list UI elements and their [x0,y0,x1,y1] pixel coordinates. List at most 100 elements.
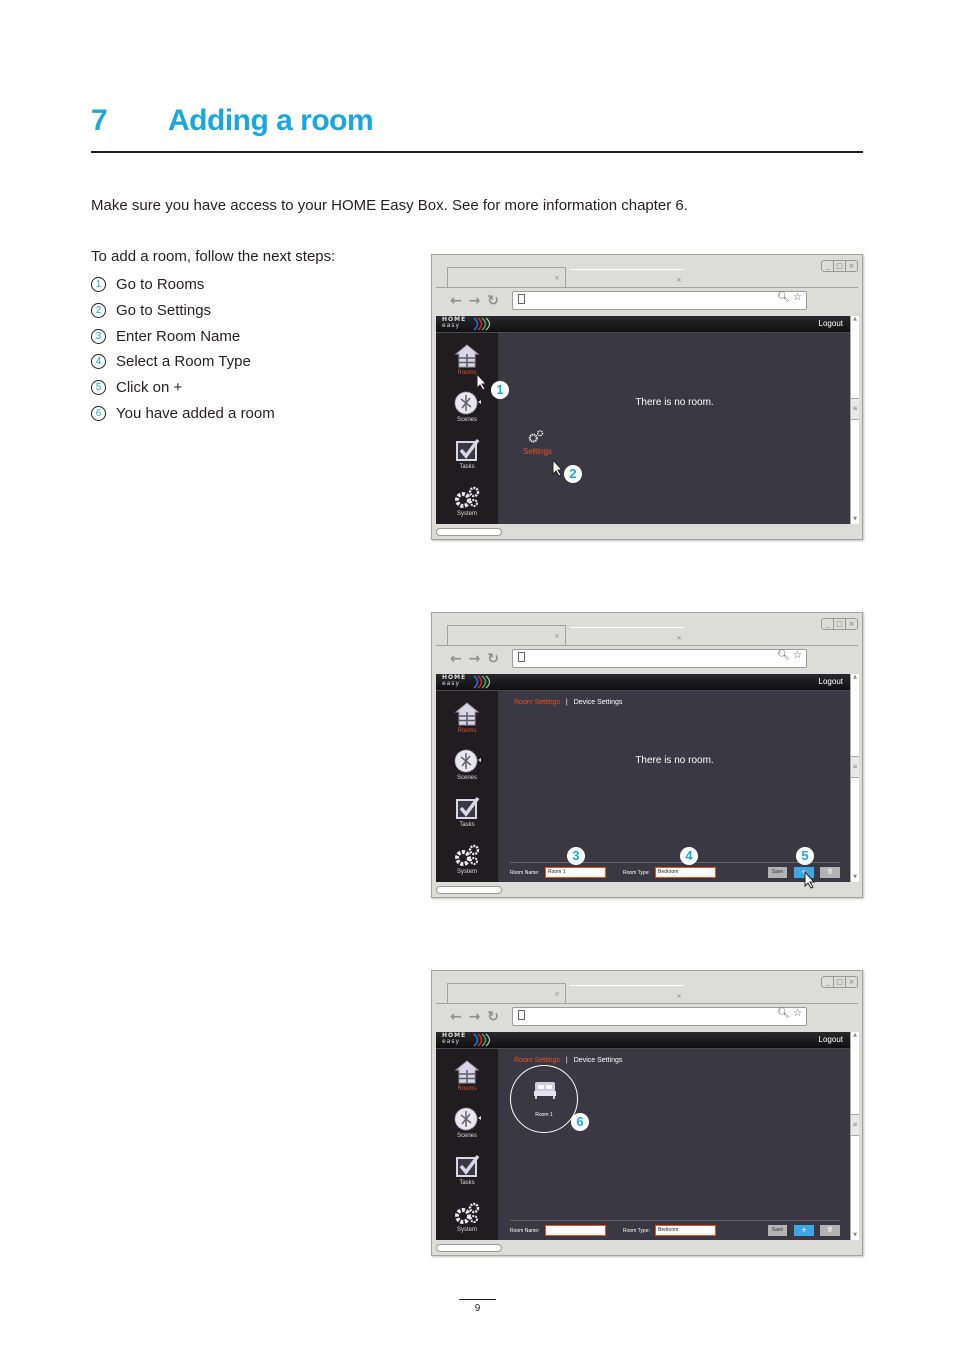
scroll-up-icon[interactable]: ▲ [851,1032,859,1040]
search-star-icons[interactable]: 🔍︎ ☆ [777,1008,802,1019]
room-name-input[interactable] [545,1225,606,1236]
step-label: Click on + [116,379,183,397]
scroll-up-icon[interactable]: ▲ [851,674,859,682]
browser-tab-active[interactable]: × [447,983,566,1004]
sidebar-item-scenes[interactable]: Scenes [436,748,498,781]
scroll-thumb[interactable]: ≡ [851,756,859,778]
scroll-down-icon[interactable]: ▼ [851,874,859,882]
room-type-select[interactable]: Bedroom [655,867,716,878]
search-star-icons[interactable]: 🔍︎ ☆ [777,650,802,661]
nav-buttons[interactable]: ← → ↻ [450,293,500,309]
search-star-icons[interactable]: 🔍︎ ☆ [777,292,802,303]
address-bar[interactable]: 🔍︎ ☆ [512,649,807,668]
scroll-thumb[interactable]: ≡ [851,398,859,420]
minimize-button[interactable]: _ [822,977,834,987]
tab-close-icon[interactable]: × [554,274,560,282]
sidebar-item-tasks[interactable]: Tasks [436,437,498,470]
room-tile-label: Room 1 [535,1112,553,1118]
settings-subnav: Room Settings | Device Settings [514,699,622,706]
delete-button[interactable]: 🗑 [820,867,840,878]
tab-room-settings[interactable]: Room Settings [514,699,560,706]
room-type-value: Bedroom [658,1227,679,1233]
form-divider [510,1220,840,1221]
scroll-down-icon[interactable]: ▼ [851,1232,859,1240]
close-window-button[interactable]: × [846,261,857,271]
form-divider [510,862,840,863]
horizontal-scrollbar[interactable] [436,1244,502,1252]
delete-button[interactable]: 🗑 [820,1225,840,1236]
tab-close-icon[interactable]: × [676,992,682,1000]
step-item: 4 Select a Room Type [91,349,275,375]
sidebar-item-scenes[interactable]: Scenes [436,390,498,423]
sidebar-item-system[interactable]: System [436,484,498,517]
save-button[interactable]: Save [768,1225,787,1236]
app-header: HOME easy Logout [436,674,851,691]
maximize-button[interactable]: □ [834,619,846,629]
minimize-button[interactable]: _ [822,261,834,271]
step-badge: 5 [796,847,814,865]
sidebar-item-tasks[interactable]: Tasks [436,795,498,828]
horizontal-scrollbar[interactable] [436,886,502,894]
sidebar-label: System [456,869,477,875]
sidebar-item-rooms[interactable]: Rooms [436,343,498,376]
step-number: 3 [91,328,106,344]
sidebar-item-system[interactable]: System [436,842,498,875]
close-window-button[interactable]: × [846,619,857,629]
sidebar-item-system[interactable]: System [436,1200,498,1233]
horizontal-scrollbar[interactable] [436,528,502,536]
browser-tab-active[interactable]: × [447,267,566,288]
address-bar[interactable]: 🔍︎ ☆ [512,1007,807,1026]
room-name-label: Room Name: [510,870,540,876]
tab-divider [436,1003,858,1004]
browser-tab[interactable]: × [570,627,684,646]
sidebar-item-rooms[interactable]: Rooms [436,701,498,734]
room-type-select[interactable]: Bedroom [655,1225,716,1236]
nav-buttons[interactable]: ← → ↻ [450,651,500,667]
logout-link[interactable]: Logout [819,319,843,328]
sidebar-item-rooms[interactable]: Rooms [436,1059,498,1092]
logout-link[interactable]: Logout [819,1035,843,1044]
tab-close-icon[interactable]: × [554,632,560,640]
nav-buttons[interactable]: ← → ↻ [450,1009,500,1025]
logo-bottom: easy [442,1038,461,1045]
app-viewport: HOME easy Logout Rooms Scenes Tasks Syst… [436,674,859,882]
save-button[interactable]: Save [768,867,787,878]
maximize-button[interactable]: □ [834,261,846,271]
vertical-scrollbar[interactable]: ▲ ≡ ▼ [850,1032,859,1240]
app-viewport: HOME easy Logout Rooms Scenes Tasks Syst… [436,1032,859,1240]
scroll-down-icon[interactable]: ▼ [851,516,859,524]
browser-tab[interactable]: × [570,985,684,1004]
logout-link[interactable]: Logout [819,677,843,686]
home-easy-logo: HOME easy [442,675,491,689]
step-item: 2 Go to Settings [91,298,275,324]
scroll-up-icon[interactable]: ▲ [851,316,859,324]
maximize-button[interactable]: □ [834,977,846,987]
minimize-button[interactable]: _ [822,619,834,629]
step-item: 5 Click on + [91,375,275,401]
scroll-thumb[interactable]: ≡ [851,1114,859,1136]
tab-close-icon[interactable]: × [676,634,682,642]
vertical-scrollbar[interactable]: ▲ ≡ ▼ [850,316,859,524]
room-form: Room Name: Room Type: Bedroom Save + 🗑 [510,1225,845,1237]
address-bar[interactable]: 🔍︎ ☆ [512,291,807,310]
add-room-button[interactable]: + [794,1225,814,1236]
app-content: Room Settings | Device Settings Room 1 Roo… [498,1049,851,1240]
sidebar-item-tasks[interactable]: Tasks [436,1153,498,1186]
tab-close-icon[interactable]: × [676,276,682,284]
browser-tab[interactable]: × [570,269,684,288]
close-window-button[interactable]: × [846,977,857,987]
sidebar-label: Rooms [457,1086,477,1092]
tab-device-settings[interactable]: Device Settings [574,699,623,706]
settings-item[interactable]: Settings [523,427,564,456]
step-badge: 6 [571,1113,589,1131]
house-icon [454,702,480,726]
home-easy-logo: HOME easy [442,317,491,331]
vertical-scrollbar[interactable]: ▲ ≡ ▼ [850,674,859,882]
tab-room-settings[interactable]: Room Settings [514,1057,560,1064]
room-name-input[interactable]: Room 1 [545,867,606,878]
sidebar-item-scenes[interactable]: Scenes [436,1106,498,1139]
tab-device-settings[interactable]: Device Settings [574,1057,623,1064]
room-tile[interactable]: Room 1 [510,1065,578,1133]
tab-close-icon[interactable]: × [554,990,560,998]
browser-tab-active[interactable]: × [447,625,566,646]
